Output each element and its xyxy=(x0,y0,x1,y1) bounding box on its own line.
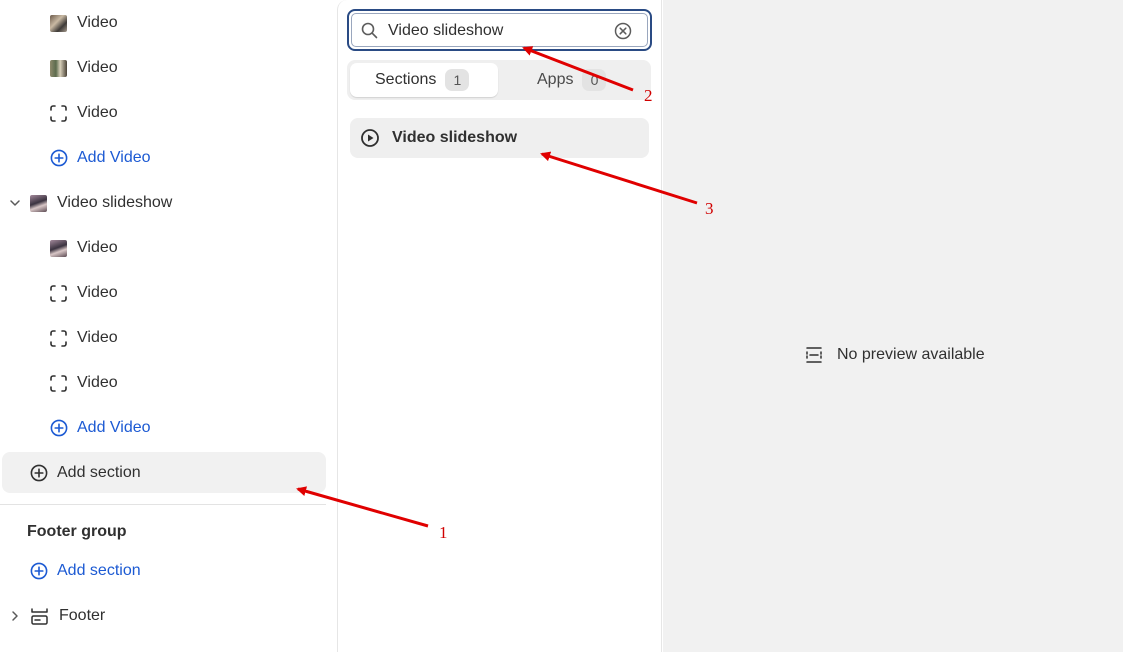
dashed-placeholder-icon xyxy=(50,374,67,392)
dashed-placeholder-icon xyxy=(50,284,67,302)
clear-search-icon[interactable] xyxy=(614,22,632,40)
sidebar-item-label: Video xyxy=(77,329,118,346)
sidebar-item-video-7[interactable]: Video xyxy=(50,363,118,403)
tab-sections[interactable]: Sections 1 xyxy=(350,63,498,97)
plus-circle-icon xyxy=(30,562,48,580)
chevron-right-icon[interactable] xyxy=(8,609,22,623)
plus-circle-icon xyxy=(50,419,68,437)
no-preview-message: No preview available xyxy=(805,346,985,364)
add-video-button[interactable]: Add Video xyxy=(50,408,151,448)
dashed-placeholder-icon xyxy=(50,104,67,122)
sidebar: Video Video Video Add Video Video slides… xyxy=(0,0,337,652)
video-thumbnail xyxy=(50,239,67,257)
sidebar-item-label: Video slideshow xyxy=(57,194,173,211)
add-video-label: Add Video xyxy=(77,149,151,166)
sidebar-item-video-6[interactable]: Video xyxy=(50,318,118,358)
sidebar-item-footer[interactable]: Footer xyxy=(8,596,105,636)
add-section-label: Add section xyxy=(57,464,141,481)
play-circle-icon xyxy=(361,129,379,147)
result-item-video-slideshow[interactable]: Video slideshow xyxy=(350,118,649,158)
no-preview-label: No preview available xyxy=(837,346,985,363)
dashed-placeholder-icon xyxy=(50,329,67,347)
annotation-label-2: 2 xyxy=(644,86,653,105)
section-thumbnail xyxy=(30,194,47,212)
sidebar-item-label: Video xyxy=(77,284,118,301)
plus-circle-icon xyxy=(50,149,68,167)
result-item-label: Video slideshow xyxy=(392,129,518,146)
footer-add-section-label: Add section xyxy=(57,562,141,579)
video-thumbnail xyxy=(50,14,67,32)
video-thumbnail xyxy=(50,59,67,77)
add-video-label: Add Video xyxy=(77,419,151,436)
sidebar-item-video-slideshow[interactable]: Video slideshow xyxy=(8,183,172,223)
annotation-label-3: 3 xyxy=(705,199,714,218)
add-video-button[interactable]: Add Video xyxy=(50,138,151,178)
tab-label: Apps xyxy=(537,71,574,88)
sidebar-item-video-4[interactable]: Video xyxy=(50,228,118,268)
search-icon xyxy=(361,22,378,39)
plus-circle-icon xyxy=(30,464,48,482)
tab-label: Sections xyxy=(375,71,437,88)
annotation-label-1: 1 xyxy=(439,523,448,542)
sidebar-item-video-2[interactable]: Video xyxy=(50,48,118,88)
tab-count-badge: 1 xyxy=(445,69,470,91)
search-value[interactable]: Video slideshow xyxy=(388,22,503,40)
chevron-down-icon[interactable] xyxy=(8,196,22,210)
sidebar-item-video-1[interactable]: Video xyxy=(50,3,118,43)
sidebar-item-label: Video xyxy=(77,14,118,31)
tab-apps[interactable]: Apps 0 xyxy=(537,63,607,97)
footer-layout-icon xyxy=(31,607,48,625)
add-section-row[interactable]: Add section xyxy=(30,453,141,493)
sidebar-item-label: Footer xyxy=(59,607,106,624)
footer-add-section-button[interactable]: Add section xyxy=(30,551,141,591)
search-input[interactable]: Video slideshow xyxy=(347,9,652,51)
sidebar-item-label: Video xyxy=(77,374,118,391)
sidebar-item-video-3[interactable]: Video xyxy=(50,93,118,133)
sidebar-item-label: Video xyxy=(77,104,118,121)
tab-count-badge: 0 xyxy=(582,69,607,91)
preview-panel xyxy=(663,0,1123,652)
sidebar-item-video-5[interactable]: Video xyxy=(50,273,118,313)
sidebar-item-label: Video xyxy=(77,239,118,256)
footer-group-title: Footer group xyxy=(27,523,127,540)
sidebar-item-label: Video xyxy=(77,59,118,76)
divider xyxy=(0,504,326,505)
layout-dashed-icon xyxy=(806,347,822,363)
tab-bar: Sections 1 Apps 0 xyxy=(347,60,651,100)
